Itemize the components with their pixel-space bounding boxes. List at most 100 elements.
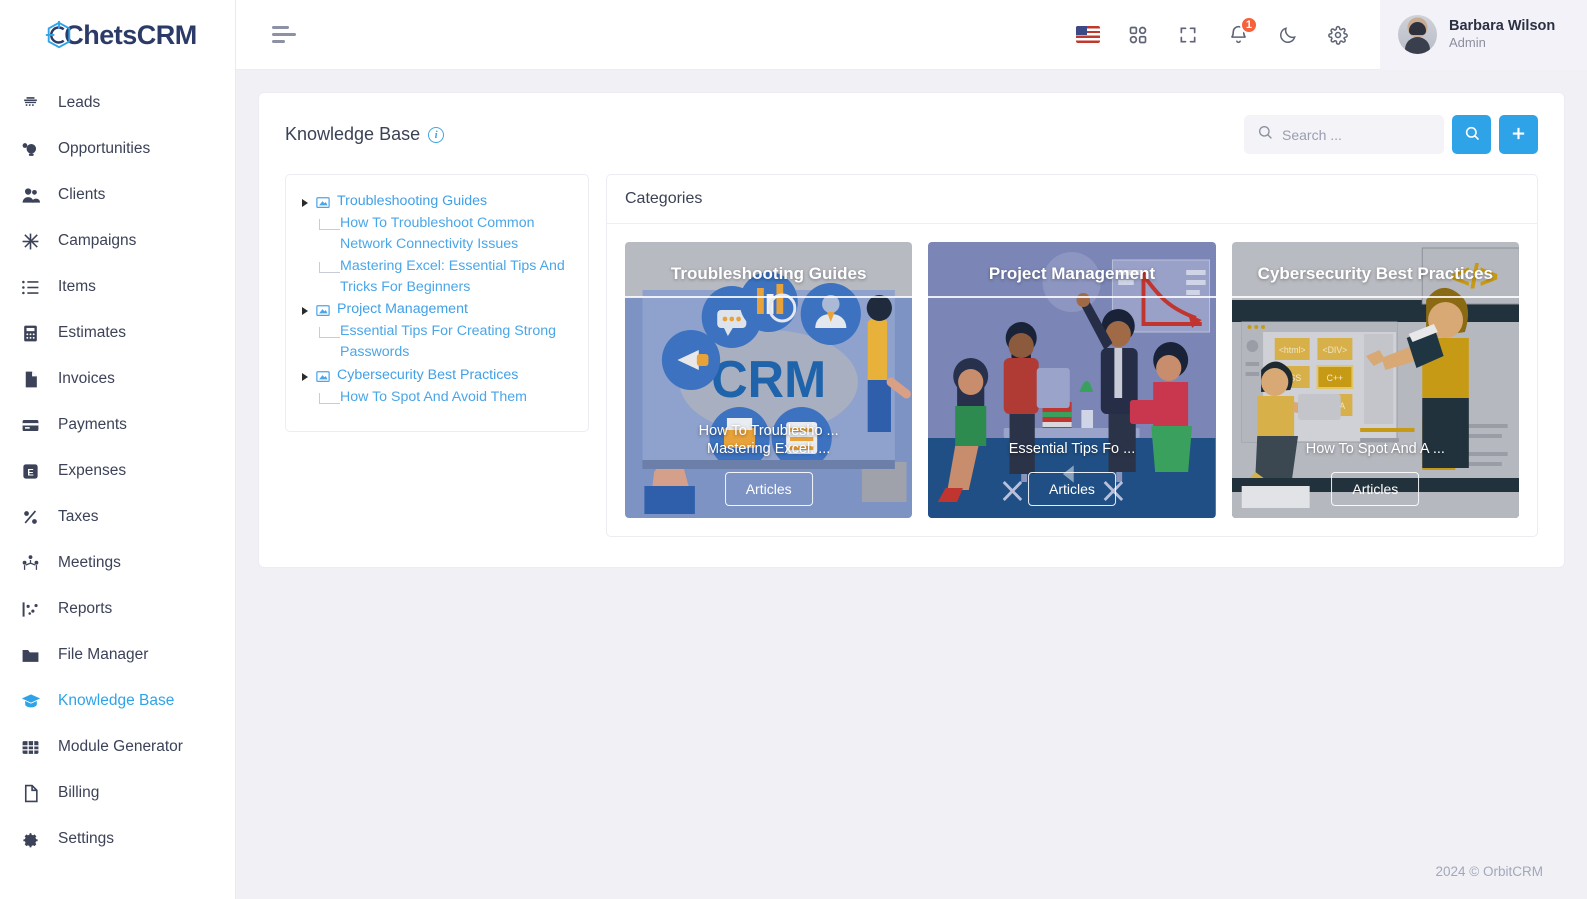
- search-box[interactable]: [1244, 115, 1444, 154]
- sidebar-item-estimates[interactable]: Estimates: [0, 310, 235, 356]
- tree-children: Essential Tips For Creating Strong Passw…: [300, 320, 574, 363]
- chets-logo-icon: [44, 20, 74, 50]
- sidebar-item-taxes[interactable]: Taxes: [0, 494, 235, 540]
- category-tile-troubleshooting-guides[interactable]: CRM Troubleshooting Guides How To Troubl…: [625, 242, 913, 518]
- fullscreen-icon[interactable]: [1176, 23, 1200, 47]
- sidebar-item-label: Knowledge Base: [58, 692, 175, 709]
- sidebar-item-items[interactable]: Items: [0, 264, 235, 310]
- notification-badge: 1: [1239, 15, 1258, 34]
- sidebar-item-invoices[interactable]: Invoices: [0, 356, 235, 402]
- svg-text:C++: C++: [1326, 373, 1342, 383]
- sidebar-item-label: File Manager: [58, 646, 149, 663]
- user-menu[interactable]: Barbara Wilson Admin: [1380, 0, 1587, 70]
- tile-divider: [625, 296, 913, 298]
- category-window-icon: [316, 196, 330, 210]
- svg-text:<html>: <html>: [1278, 345, 1305, 355]
- tree-elbow-icon: [319, 262, 340, 274]
- expense-e-icon: E: [20, 461, 41, 482]
- tile-link[interactable]: Essential Tips Fo ...: [928, 440, 1215, 458]
- category-tile-cybersecurity-best-practices[interactable]: </> <html> <DIV> CSS C++ JAVA: [1231, 242, 1519, 518]
- categories-heading: Categories: [607, 175, 1537, 224]
- sidebar-item-label: Campaigns: [58, 232, 137, 249]
- tile-articles-button[interactable]: Articles: [1331, 472, 1420, 506]
- tree-node: Troubleshooting Guides How To Troublesho…: [300, 191, 574, 298]
- tree-child-item[interactable]: Mastering Excel: Essential Tips And Tric…: [319, 255, 574, 298]
- tile-link[interactable]: How To Troublesho ...: [625, 422, 912, 440]
- sidebar-item-opportunities[interactable]: Opportunities: [0, 126, 235, 172]
- tile-title: Project Management: [988, 264, 1156, 283]
- sidebar-item-meetings[interactable]: Meetings: [0, 540, 235, 586]
- tree-child-item[interactable]: How To Troubleshoot Common Network Conne…: [319, 212, 574, 255]
- list-icon: [20, 277, 41, 298]
- sidebar-item-module-generator[interactable]: Module Generator: [0, 724, 235, 770]
- info-circle-icon[interactable]: i: [428, 126, 445, 143]
- sidebar-nav: Leads Opportunities Clients Campaigns It…: [0, 70, 235, 899]
- category-window-icon: [316, 370, 330, 384]
- sidebar-item-label: Meetings: [58, 554, 121, 571]
- panel-header: Knowledge Base i: [259, 93, 1564, 154]
- notification-bell-icon[interactable]: 1: [1226, 15, 1258, 47]
- percent-icon: [20, 507, 41, 528]
- add-article-button[interactable]: [1499, 115, 1538, 154]
- chevron-right-icon[interactable]: [300, 305, 309, 317]
- footer-copyright: 2024 © OrbitCRM: [1435, 863, 1543, 879]
- sidebar-item-label: Leads: [58, 94, 101, 111]
- sidebar-item-campaigns[interactable]: Campaigns: [0, 218, 235, 264]
- chevron-right-icon[interactable]: [300, 197, 309, 209]
- apps-grid-icon[interactable]: [1126, 23, 1150, 47]
- sidebar-item-settings[interactable]: Settings: [0, 816, 235, 862]
- search-input[interactable]: [1282, 126, 1431, 143]
- tree-children: How To Spot And Avoid Them: [300, 386, 574, 409]
- tile-articles-button[interactable]: Articles: [1028, 472, 1116, 506]
- tile-articles-button[interactable]: Articles: [724, 472, 813, 506]
- brand-name: ChetsCRM: [64, 19, 197, 50]
- chart-scatter-icon: [20, 599, 41, 620]
- settings-gear-icon[interactable]: [1326, 23, 1350, 47]
- sidebar-item-leads[interactable]: Leads: [0, 80, 235, 126]
- sidebar-item-billing[interactable]: Billing: [0, 770, 235, 816]
- category-window-icon: [316, 304, 330, 318]
- tree-parent-project-management[interactable]: Project Management: [300, 299, 574, 320]
- search-icon: [1464, 125, 1480, 144]
- category-tile-project-management[interactable]: Project Management Essential Tips Fo ...…: [928, 242, 1216, 518]
- sidebar-item-label: Module Generator: [58, 738, 183, 755]
- dark-mode-moon-icon[interactable]: [1276, 23, 1300, 47]
- tree-elbow-icon: [319, 327, 340, 339]
- sidebar-item-label: Taxes: [58, 508, 99, 525]
- panel-body: Troubleshooting Guides How To Troublesho…: [259, 154, 1564, 563]
- page-content: Knowledge Base i Search ... Troubleshoot…: [236, 70, 1587, 843]
- chevron-right-icon[interactable]: [300, 371, 309, 383]
- user-role: Admin: [1449, 35, 1486, 51]
- sidebar-item-knowledge-base[interactable]: Knowledge Base: [0, 678, 235, 724]
- flag-us-icon[interactable]: [1076, 23, 1100, 47]
- sidebar-item-label: Items: [58, 278, 96, 295]
- tile-link[interactable]: Mastering Excel: ...: [625, 440, 912, 458]
- tile-links: How To Spot And A ...: [1232, 440, 1519, 458]
- tile-links: Essential Tips Fo ...: [928, 440, 1215, 458]
- brand-logo[interactable]: ChetsCRM: [0, 0, 235, 70]
- sidebar-item-payments[interactable]: Payments: [0, 402, 235, 448]
- tile-links: How To Troublesho ... Mastering Excel: .…: [625, 422, 912, 458]
- tree-node: Cybersecurity Best Practices How To Spot…: [300, 365, 574, 409]
- user-group-icon: [20, 185, 41, 206]
- tree-children: How To Troubleshoot Common Network Conne…: [300, 212, 574, 298]
- telephone-icon: [20, 93, 41, 114]
- hamburger-icon[interactable]: [272, 26, 298, 43]
- sidebar-item-clients[interactable]: Clients: [0, 172, 235, 218]
- tree-parent-cybersecurity-best-practices[interactable]: Cybersecurity Best Practices: [300, 365, 574, 386]
- sidebar-item-reports[interactable]: Reports: [0, 586, 235, 632]
- credit-card-icon: [20, 415, 41, 436]
- tree-child-item[interactable]: Essential Tips For Creating Strong Passw…: [319, 320, 574, 363]
- sidebar-item-label: Invoices: [58, 370, 115, 387]
- category-tree: Troubleshooting Guides How To Troublesho…: [285, 174, 589, 432]
- tree-parent-troubleshooting-guides[interactable]: Troubleshooting Guides: [300, 191, 574, 212]
- sidebar-item-file-manager[interactable]: File Manager: [0, 632, 235, 678]
- knowledge-base-panel: Knowledge Base i Search ... Troubleshoot…: [258, 92, 1565, 568]
- sidebar-item-label: Expenses: [58, 462, 127, 479]
- tree-child-item[interactable]: How To Spot And Avoid Them: [319, 386, 574, 409]
- avatar: [1398, 15, 1437, 54]
- tile-link[interactable]: How To Spot And A ...: [1232, 440, 1519, 458]
- gear-icon: [20, 829, 41, 850]
- sidebar-item-expenses[interactable]: E Expenses: [0, 448, 235, 494]
- search-button[interactable]: [1452, 115, 1491, 154]
